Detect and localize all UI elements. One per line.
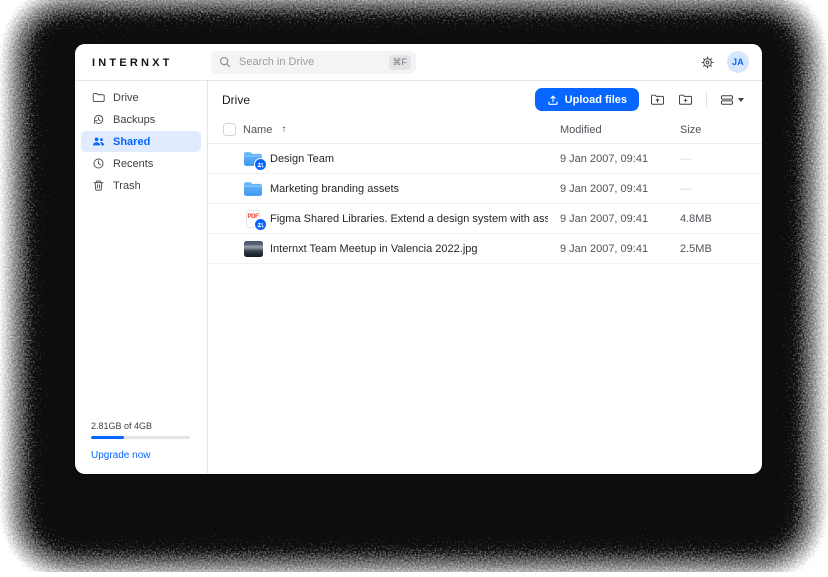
- sidebar-item-shared[interactable]: Shared: [81, 131, 201, 152]
- new-folder-button[interactable]: [676, 91, 695, 108]
- file-modified: 9 Jan 2007, 09:41: [560, 183, 680, 195]
- table-header: Name ↑ Modified Size: [208, 116, 762, 144]
- content-header: Drive Upload files: [208, 81, 762, 116]
- view-options-button[interactable]: [718, 92, 746, 108]
- trash-icon: [92, 179, 105, 192]
- table-row[interactable]: PDF Figma Shared Libraries. Extend a des…: [208, 204, 762, 234]
- folder-icon: [92, 91, 105, 104]
- upload-folder-button[interactable]: [648, 91, 667, 108]
- folder-blue-icon: [243, 149, 263, 168]
- main-content: Drive Upload files: [208, 81, 762, 474]
- column-name-label: Name: [243, 124, 272, 136]
- table-row[interactable]: Marketing branding assets 9 Jan 2007, 09…: [208, 174, 762, 204]
- folder-upload-icon: [650, 93, 665, 106]
- select-all-checkbox[interactable]: [223, 123, 236, 136]
- sidebar-item-backups[interactable]: Backups: [81, 109, 201, 130]
- clock-icon: [92, 157, 105, 170]
- upload-files-label: Upload files: [565, 94, 627, 106]
- file-modified: 9 Jan 2007, 09:41: [560, 213, 680, 225]
- top-right-actions: JA: [700, 51, 762, 73]
- table-row[interactable]: Internxt Team Meetup in Valencia 2022.jp…: [208, 234, 762, 264]
- file-size: 2.5MB: [680, 243, 762, 255]
- gear-icon: [700, 55, 715, 70]
- upload-icon: [547, 94, 559, 106]
- brand-logo-text: INTERNXT: [92, 57, 173, 69]
- sidebar-item-label: Trash: [113, 180, 141, 192]
- storage-usage-label: 2.81GB of 4GB: [91, 421, 190, 431]
- chevron-down-icon: [738, 98, 744, 102]
- storage-progress: [91, 436, 190, 439]
- sidebar-item-recents[interactable]: Recents: [81, 153, 201, 174]
- column-header-name[interactable]: Name ↑: [243, 124, 560, 136]
- shared-badge-icon: [254, 218, 267, 231]
- upload-files-button[interactable]: Upload files: [535, 88, 639, 111]
- storage-progress-fill: [91, 436, 124, 439]
- storage-panel: 2.81GB of 4GB Upgrade now: [91, 421, 190, 461]
- upgrade-link[interactable]: Upgrade now: [91, 450, 190, 461]
- column-header-size[interactable]: Size: [680, 124, 762, 136]
- sort-ascending-icon: ↑: [281, 124, 286, 135]
- column-header-modified[interactable]: Modified: [560, 124, 680, 136]
- file-name: Marketing branding assets: [270, 183, 399, 195]
- settings-button[interactable]: [700, 55, 715, 70]
- file-name: Internxt Team Meetup in Valencia 2022.jp…: [270, 243, 478, 255]
- sidebar-item-drive[interactable]: Drive: [81, 87, 201, 108]
- list-view-icon: [720, 94, 734, 106]
- sidebar-item-label: Recents: [113, 158, 153, 170]
- file-size: —: [680, 183, 762, 195]
- file-name: Figma Shared Libraries. Extend a design …: [270, 213, 548, 225]
- sidebar-item-label: Backups: [113, 114, 155, 126]
- search-input[interactable]: [237, 55, 383, 69]
- image-thumbnail: [244, 241, 263, 257]
- breadcrumb[interactable]: Drive: [222, 93, 250, 107]
- search-bar[interactable]: ⌘F: [211, 51, 416, 74]
- app-window: INTERNXT ⌘F JA: [75, 44, 762, 474]
- backup-history-icon: [92, 113, 105, 126]
- toolbar: Upload files: [535, 88, 746, 111]
- brand-logo[interactable]: INTERNXT: [75, 53, 208, 71]
- file-modified: 9 Jan 2007, 09:41: [560, 153, 680, 165]
- file-size: —: [680, 153, 762, 165]
- sidebar-item-label: Drive: [113, 92, 139, 104]
- file-name: Design Team: [270, 153, 334, 165]
- top-bar: INTERNXT ⌘F JA: [75, 44, 762, 81]
- sidebar-item-label: Shared: [113, 136, 150, 148]
- file-size: 4.8MB: [680, 213, 762, 225]
- file-modified: 9 Jan 2007, 09:41: [560, 243, 680, 255]
- folder-blue-icon: [243, 179, 263, 198]
- sidebar-item-trash[interactable]: Trash: [81, 175, 201, 196]
- toolbar-divider: [706, 92, 707, 107]
- sidebar: Drive Backups: [75, 81, 208, 474]
- avatar[interactable]: JA: [727, 51, 749, 73]
- shared-badge-icon: [254, 158, 267, 171]
- table-row[interactable]: Design Team 9 Jan 2007, 09:41 —: [208, 144, 762, 174]
- folder-plus-icon: [678, 93, 693, 106]
- keyboard-shortcut-badge: ⌘F: [389, 55, 412, 70]
- shared-users-icon: [92, 135, 105, 148]
- search-icon: [219, 56, 231, 68]
